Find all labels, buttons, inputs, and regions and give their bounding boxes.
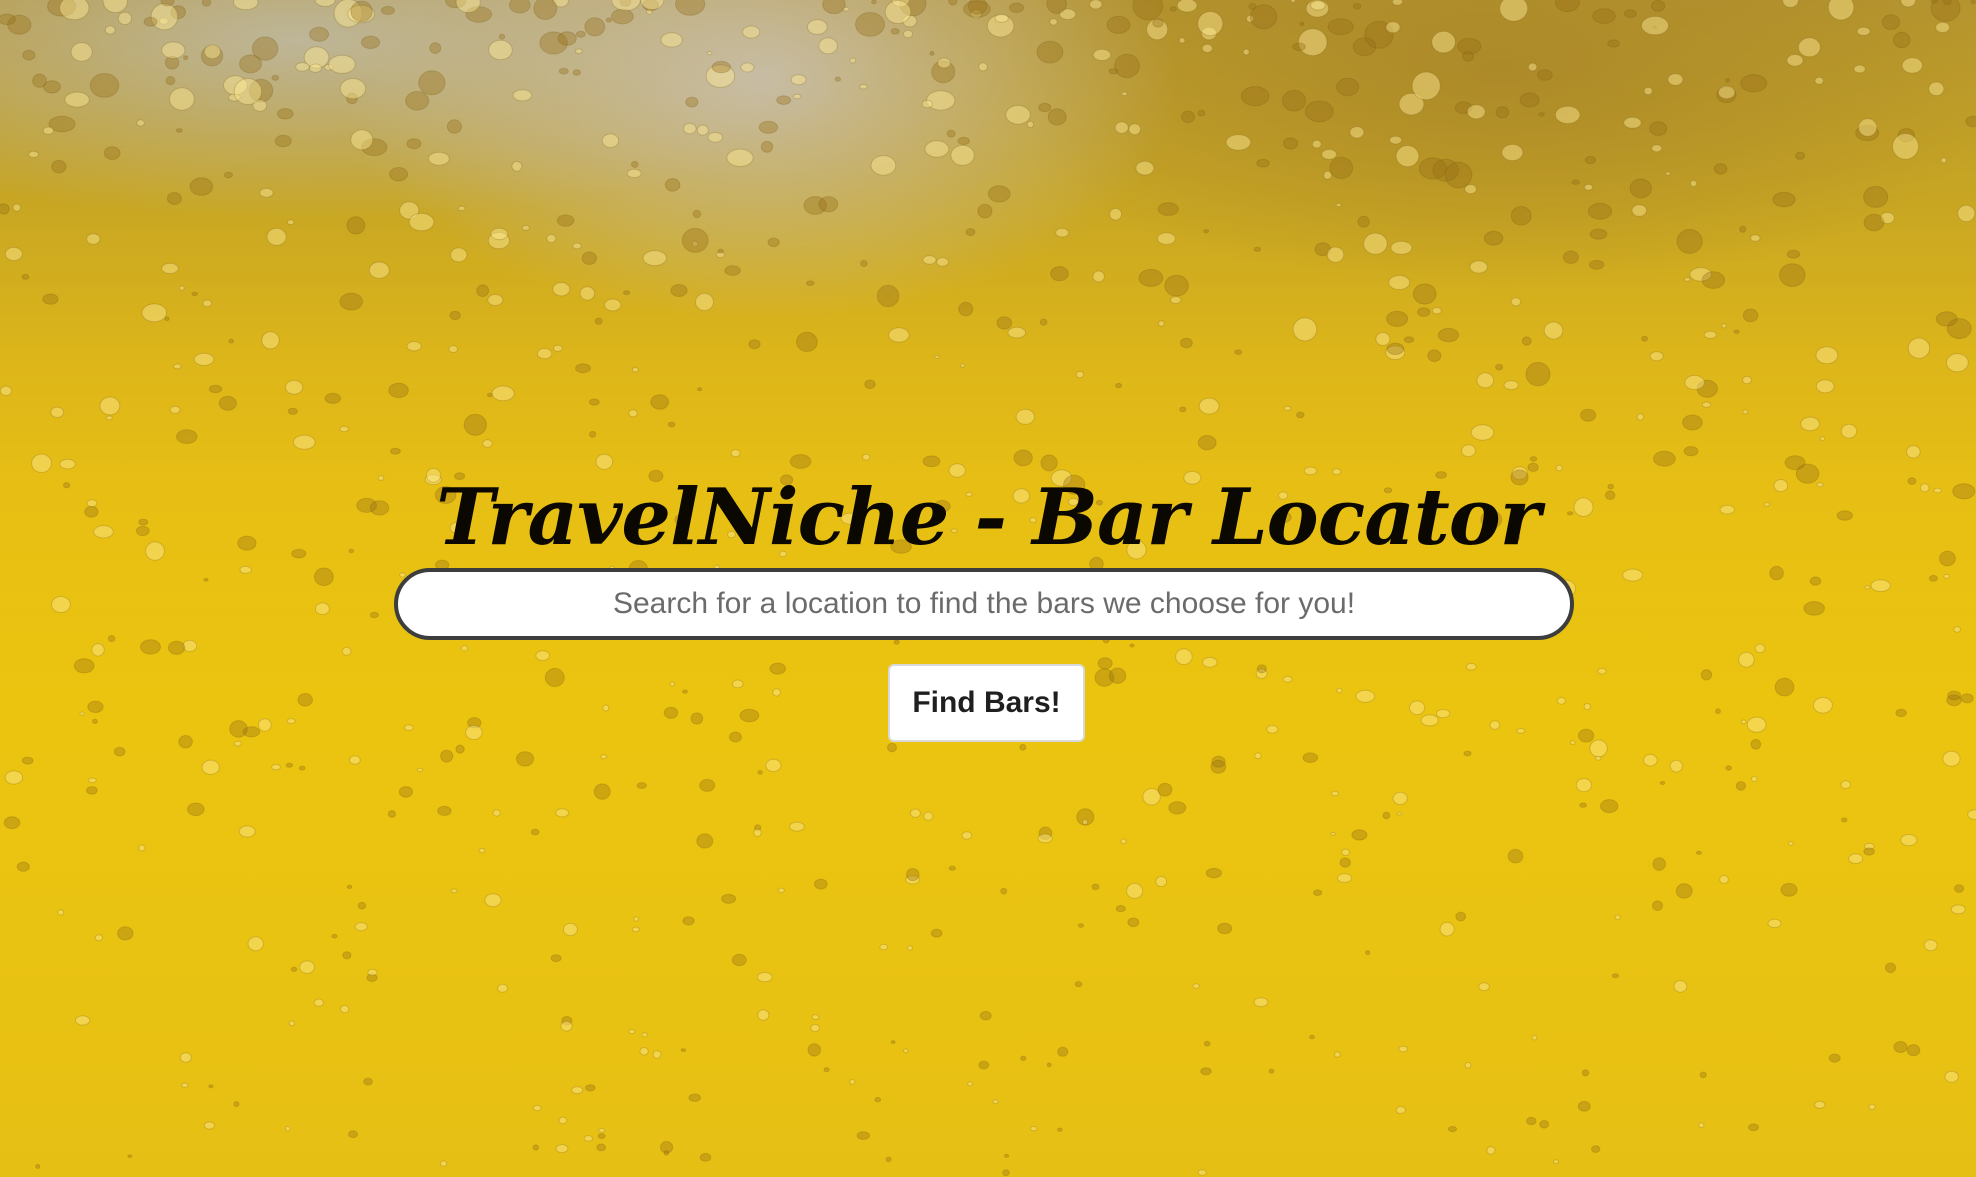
page-title: TravelNiche - Bar Locator [436, 472, 1541, 563]
hero-section: TravelNiche - Bar Locator Find Bars! [0, 0, 1976, 1177]
find-bars-button[interactable]: Find Bars! [888, 664, 1085, 742]
location-search-input[interactable] [394, 568, 1574, 640]
